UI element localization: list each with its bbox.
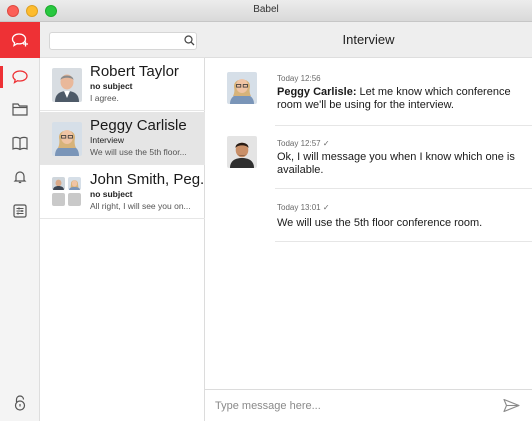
chat-title: Interview [342,32,395,47]
message-text: Peggy Carlisle: Let me know which confer… [277,86,511,111]
nav-settings[interactable] [0,196,40,226]
chat-icon [12,70,28,84]
nav-rail [0,22,40,421]
nav-chats[interactable] [0,62,40,92]
group-avatar [52,177,82,207]
title-bar: Babel [0,0,532,22]
new-chat-icon [11,33,28,47]
conversation-item[interactable]: John Smith, Peg... no subject All right,… [40,166,213,219]
message-input[interactable] [215,398,475,414]
send-icon[interactable] [503,398,520,413]
conversation-preview: I agree. [90,93,119,103]
sent-check-icon: ✓ [322,203,330,212]
message-text: We will use the 5th floor conference roo… [277,217,483,229]
conversation-name: Peggy Carlisle [90,117,187,134]
chat-header: Interview [205,22,532,58]
nav-notifications[interactable] [0,162,40,192]
conversation-preview: All right, I will see you on... [90,201,191,211]
conversation-subject: no subject [90,189,133,199]
message-divider [275,188,532,189]
search-icon[interactable] [184,35,195,46]
message-timestamp: Today 13:01 ✓ [277,203,330,212]
chat-panel: Interview Today 12:56 Peggy Carlisle: Le… [205,22,532,421]
book-icon [12,136,28,151]
conversation-name: John Smith, Peg... [90,171,213,188]
nav-contacts[interactable] [0,128,40,158]
conversation-item[interactable]: Robert Taylor no subject I agree. [40,58,205,111]
avatar [227,136,257,168]
sent-check-icon: ✓ [322,139,330,148]
new-chat-button[interactable] [0,22,40,58]
avatar [52,122,82,156]
search-input[interactable] [49,32,197,50]
message-divider [275,125,532,126]
lock-icon [14,395,26,411]
conversation-subject: Interview [90,135,125,145]
conversation-item[interactable]: Peggy Carlisle Interview We will use the… [40,112,205,165]
conversation-subject: no subject [90,81,133,91]
folder-icon [12,103,28,116]
message-text: Ok, I will message you when I know which… [277,151,515,176]
message-timestamp: Today 12:57 ✓ [277,139,330,148]
conversation-list-panel: Robert Taylor no subject I agree. Peggy … [40,22,213,421]
avatar [52,68,82,102]
message-divider [275,241,532,242]
message-sender: Peggy Carlisle: [277,86,357,98]
window-title: Babel [253,4,279,15]
conversation-name: Robert Taylor [90,63,179,80]
nav-folders[interactable] [0,94,40,124]
avatar [227,72,257,104]
lock-button[interactable] [0,388,40,418]
search-bar [40,22,205,58]
settings-icon [13,204,27,218]
conversation-preview: We will use the 5th floor... [90,147,187,157]
message-timestamp: Today 12:56 [277,74,321,83]
message-composer [205,389,532,421]
bell-icon [13,171,27,184]
